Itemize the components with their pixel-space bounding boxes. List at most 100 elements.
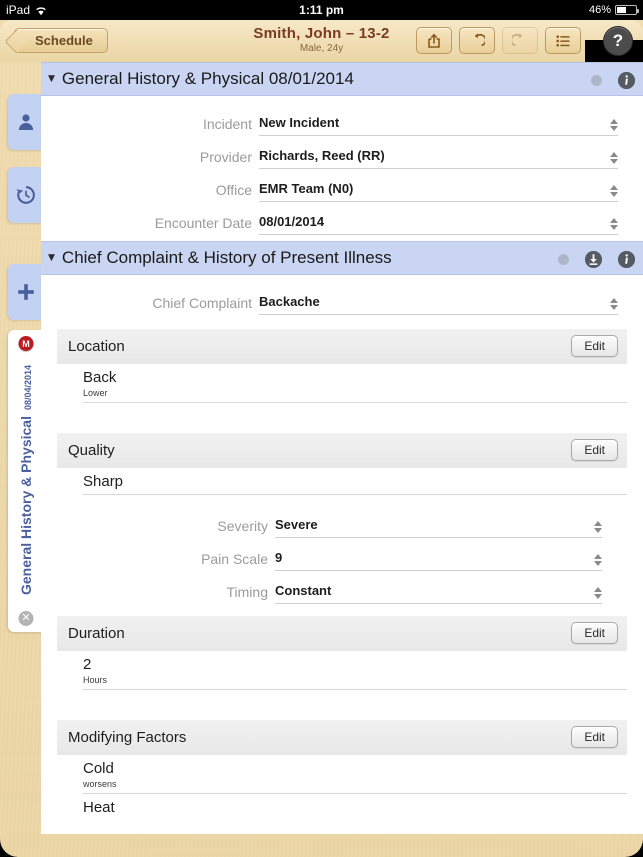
field-label: Provider: [199, 149, 252, 165]
section-header-icons: [558, 242, 635, 276]
battery-percent: 46%: [588, 4, 611, 16]
subsection-body: Cold worsens Heat: [57, 755, 627, 820]
entry-main: Heat: [83, 799, 115, 816]
field-office[interactable]: Office EMR Team (N0): [41, 169, 643, 202]
field-timing[interactable]: Timing Constant: [57, 571, 627, 604]
stepper-icon[interactable]: [609, 184, 618, 198]
list-item[interactable]: Back Lower: [83, 364, 627, 403]
subsection-header: Modifying Factors Edit: [57, 720, 627, 755]
status-bar-time: 1:11 pm: [299, 3, 344, 17]
info-icon[interactable]: [618, 71, 635, 89]
field-value: EMR Team (N0): [259, 181, 354, 196]
chevron-down-icon[interactable]: ▼: [48, 74, 55, 84]
entry-main: Cold: [83, 760, 114, 777]
left-rail: M General History & Physical 08/04/2014 …: [0, 62, 44, 857]
status-dot-icon: [558, 253, 569, 265]
entry-main: 2: [83, 656, 92, 673]
history-clock-icon: [15, 184, 37, 206]
edit-button[interactable]: Edit: [571, 335, 618, 357]
status-dot-icon: [591, 74, 602, 86]
chevron-down-icon[interactable]: ▼: [48, 253, 55, 263]
share-button[interactable]: [416, 27, 452, 54]
back-button-schedule[interactable]: Schedule: [14, 28, 108, 53]
status-badge: M: [18, 336, 34, 351]
section-header-icons: [591, 63, 635, 97]
section-title: Chief Complaint & History of Present Ill…: [61, 248, 392, 267]
subsection-body: Sharp Severity Severe Pain Scale 9 Timin…: [57, 468, 627, 608]
rail-tab-document[interactable]: M General History & Physical 08/04/2014 …: [8, 330, 44, 632]
edit-button[interactable]: Edit: [571, 439, 618, 461]
field-encounter-date[interactable]: Encounter Date 08/01/2014: [41, 202, 643, 235]
field-label: Severity: [217, 518, 268, 534]
help-button[interactable]: ?: [603, 26, 633, 56]
list-icon: [555, 33, 571, 49]
entry-sub: worsens: [83, 779, 117, 789]
list-button[interactable]: [545, 27, 581, 54]
section-header-chief-complaint[interactable]: ▼ Chief Complaint & History of Present I…: [41, 241, 643, 275]
section-header-general-history[interactable]: ▼ General History & Physical 08/01/2014: [41, 62, 643, 96]
rail-tab-history[interactable]: [8, 167, 44, 223]
content-panel: ▼ General History & Physical 08/01/2014 …: [41, 62, 643, 834]
list-item[interactable]: Sharp: [83, 468, 627, 495]
status-bar-right: 46%: [588, 4, 639, 16]
list-item[interactable]: Cold worsens: [83, 755, 627, 794]
stepper-icon[interactable]: [609, 217, 618, 231]
field-pain-scale[interactable]: Pain Scale 9: [57, 538, 627, 571]
entry-main: Sharp: [83, 473, 124, 490]
entry-sub: Lower: [83, 388, 108, 398]
field-label: Office: [215, 182, 252, 198]
share-icon: [426, 33, 442, 49]
edit-button[interactable]: Edit: [571, 726, 618, 748]
back-button-label: Schedule: [35, 33, 93, 48]
section-title: General History & Physical 08/01/2014: [61, 69, 354, 88]
quality-fields: Severity Severe Pain Scale 9 Timing Cons…: [57, 495, 627, 608]
field-severity[interactable]: Severity Severe: [57, 505, 627, 538]
subsection-title: Quality: [68, 442, 115, 459]
subsection-header: Location Edit: [57, 329, 627, 364]
undo-button[interactable]: [459, 27, 495, 54]
subsection-header: Quality Edit: [57, 433, 627, 468]
ipad-screen: iPad 1:11 pm 46% Schedule Smith, John – …: [0, 0, 643, 857]
patient-icon: [16, 112, 36, 132]
field-value: Backache: [259, 294, 320, 309]
field-value: New Incident: [259, 115, 340, 130]
navigation-bar: Schedule Smith, John – 13-2 Male, 24y ?: [0, 20, 643, 82]
stepper-icon[interactable]: [593, 553, 602, 567]
document-tab-text: General History & Physical 08/04/2014: [8, 354, 44, 606]
field-label: Pain Scale: [201, 551, 268, 567]
redo-button[interactable]: [502, 27, 538, 54]
stepper-icon[interactable]: [593, 586, 602, 600]
field-label: Timing: [226, 584, 269, 600]
chief-complaint-fields: Chief Complaint Backache: [41, 275, 643, 321]
stepper-icon[interactable]: [609, 151, 618, 165]
subsection-body: Back Lower: [57, 364, 627, 425]
subsection-body: 2 Hours: [57, 651, 627, 712]
field-value: 08/01/2014: [259, 214, 325, 229]
list-item[interactable]: Heat: [83, 794, 627, 820]
field-value: 9: [275, 550, 283, 565]
add-plus-icon: [16, 282, 36, 302]
status-bar: iPad 1:11 pm 46%: [0, 0, 643, 20]
subsection-title: Duration: [68, 625, 125, 642]
subsection-duration: Duration Edit 2 Hours: [57, 616, 627, 712]
stepper-icon[interactable]: [593, 520, 602, 534]
subsection-title: Location: [68, 338, 125, 355]
info-icon[interactable]: [618, 250, 635, 268]
close-icon[interactable]: ✕: [18, 611, 34, 626]
list-item[interactable]: 2 Hours: [83, 651, 627, 690]
download-icon[interactable]: [585, 250, 602, 268]
help-icon: ?: [612, 31, 624, 50]
subsection-location: Location Edit Back Lower: [57, 329, 627, 425]
field-incident[interactable]: Incident New Incident: [41, 103, 643, 136]
redo-icon: [512, 32, 528, 49]
document-tab-date: 08/04/2014: [23, 364, 34, 411]
rail-tab-patient[interactable]: [8, 94, 44, 150]
stepper-icon[interactable]: [609, 297, 618, 311]
stepper-icon[interactable]: [609, 118, 618, 132]
field-chief-complaint[interactable]: Chief Complaint Backache: [41, 282, 643, 315]
field-label: Incident: [202, 116, 252, 132]
rail-tab-add[interactable]: [8, 264, 44, 320]
edit-button[interactable]: Edit: [571, 622, 618, 644]
field-provider[interactable]: Provider Richards, Reed (RR): [41, 136, 643, 169]
toolbar-actions: [416, 27, 581, 54]
